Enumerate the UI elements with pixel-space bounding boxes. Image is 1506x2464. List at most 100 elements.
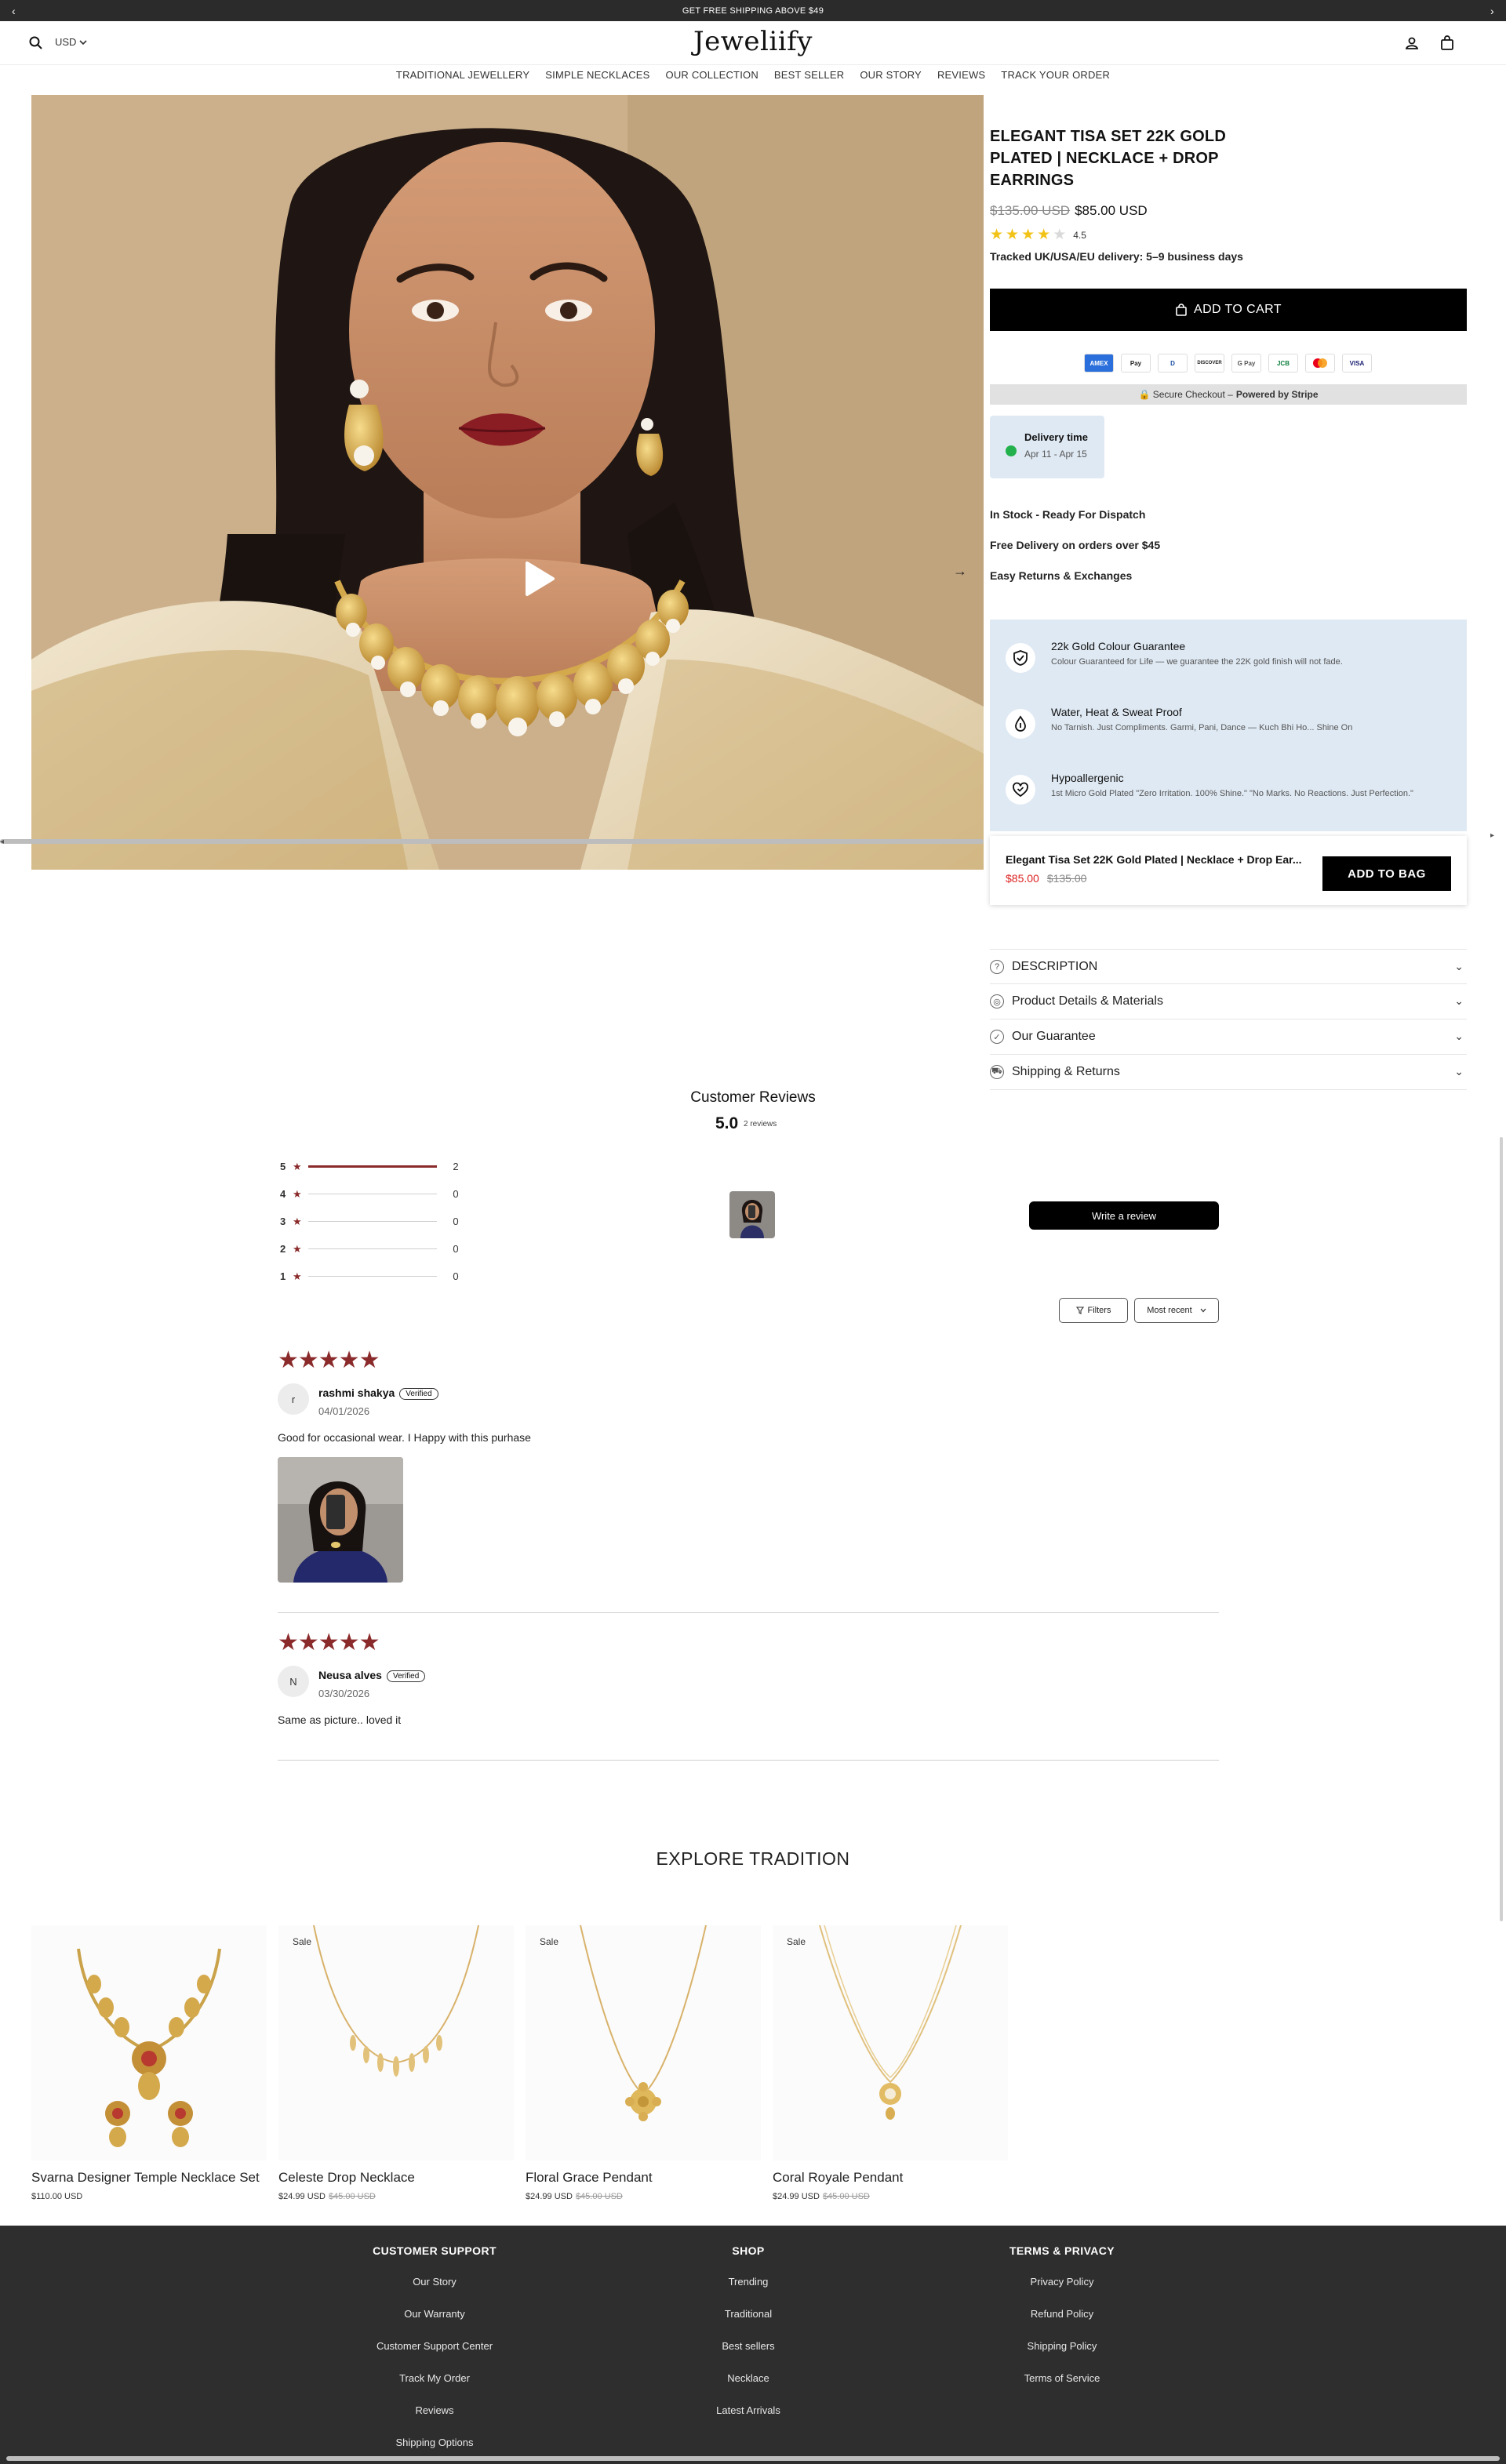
footer-link[interactable]: Necklace xyxy=(646,2372,850,2404)
nav-best-seller[interactable]: BEST SELLER xyxy=(774,69,844,89)
celeste-necklace-image xyxy=(313,1925,479,2077)
product-model-image xyxy=(31,95,984,870)
page-scrollbar[interactable] xyxy=(1500,1137,1503,1921)
nav-simple-necklaces[interactable]: SIMPLE NECKLACES xyxy=(545,69,649,89)
review-media-thumbnail[interactable] xyxy=(729,1191,775,1238)
accordion-product-details[interactable]: ◎ Product Details & Materials ⌄ xyxy=(990,984,1467,1019)
product-card[interactable]: Sale Celeste Drop Necklace $24.99 USD $4… xyxy=(278,1925,514,2201)
nav-track-order[interactable]: TRACK YOUR ORDER xyxy=(1001,69,1110,89)
star-icon: ★ xyxy=(293,1242,302,1255)
nav-our-story[interactable]: OUR STORY xyxy=(860,69,922,89)
product-card-name[interactable]: Svarna Designer Temple Necklace Set xyxy=(31,2170,267,2186)
add-to-bag-button[interactable]: ADD TO BAG xyxy=(1322,856,1451,891)
chevron-down-icon: ⌄ xyxy=(1454,994,1464,1007)
product-info: ELEGANT TISA SET 22K GOLD PLATED | NECKL… xyxy=(990,125,1467,1090)
review-photo xyxy=(729,1191,775,1238)
product-card-name[interactable]: Coral Royale Pendant xyxy=(773,2170,1008,2186)
nav-traditional-jewellery[interactable]: TRADITIONAL JEWELLERY xyxy=(396,69,529,89)
product-card[interactable]: Sale Floral Grace Pendant $24.99 USD $45… xyxy=(526,1925,761,2201)
product-features: In Stock - Ready For Dispatch Free Deliv… xyxy=(990,508,1160,600)
accordion-description[interactable]: ? DESCRIPTION ⌄ xyxy=(990,949,1467,984)
footer-link[interactable]: Our Warranty xyxy=(333,2308,537,2340)
diners-icon: D xyxy=(1158,354,1188,373)
site-logo[interactable]: Jeweliify xyxy=(0,26,1506,57)
product-card-image[interactable] xyxy=(31,1925,267,2161)
rating-bar-row[interactable]: 3 ★ 0 xyxy=(280,1208,484,1235)
nav-our-collection[interactable]: OUR COLLECTION xyxy=(666,69,758,89)
guarantee-item: Water, Heat & Sweat Proof No Tarnish. Ju… xyxy=(1006,704,1445,751)
feature-item: In Stock - Ready For Dispatch xyxy=(990,508,1146,521)
bar-track xyxy=(307,1165,437,1168)
footer-scrollbar[interactable] xyxy=(6,2456,1500,2461)
footer-link[interactable]: Traditional xyxy=(646,2308,850,2340)
add-to-cart-button[interactable]: ADD TO CART xyxy=(990,289,1467,331)
feature-item: Free Delivery on orders over $45 xyxy=(990,539,1161,551)
rating-breakdown: 5 ★ 2 4 ★ 0 3 ★ 0 2 ★ 0 1 ★ 0 xyxy=(280,1153,484,1290)
rating-bar-row[interactable]: 2 ★ 0 xyxy=(280,1235,484,1263)
filters-button[interactable]: Filters xyxy=(1059,1298,1128,1323)
product-card-image[interactable]: Sale xyxy=(278,1925,514,2161)
account-icon[interactable] xyxy=(1404,35,1420,51)
footer-link[interactable]: Customer Support Center xyxy=(333,2340,537,2372)
footer-link[interactable]: Our Story xyxy=(333,2276,537,2308)
announcement-text: GET FREE SHIPPING ABOVE $49 xyxy=(682,5,824,16)
footer-link[interactable]: Reviews xyxy=(333,2404,537,2437)
footer-link[interactable]: Terms of Service xyxy=(960,2372,1164,2404)
write-review-button[interactable]: Write a review xyxy=(1029,1201,1219,1230)
sale-badge: Sale xyxy=(787,1936,806,1947)
product-card[interactable]: Sale Coral Royale Pendant $24.99 USD $45… xyxy=(773,1925,1008,2201)
product-rating[interactable]: ★ ★ ★ ★ ★ 4.5 xyxy=(990,226,1467,244)
announcement-next-icon[interactable]: › xyxy=(1482,0,1503,21)
accordion-label: DESCRIPTION xyxy=(1012,959,1098,973)
water-drop-icon xyxy=(1006,709,1035,739)
mastercard-icon xyxy=(1305,354,1335,373)
cart-icon[interactable] xyxy=(1439,35,1456,52)
gallery-scrollbar[interactable] xyxy=(0,839,984,844)
play-icon[interactable] xyxy=(524,561,555,597)
accordion-label: Shipping & Returns xyxy=(1012,1065,1120,1078)
announcement-bar: ‹ GET FREE SHIPPING ABOVE $49 › xyxy=(0,0,1506,21)
guarantee-panel: 22k Gold Colour Guarantee Colour Guarant… xyxy=(990,620,1467,831)
rating-star-half-icon: ★ xyxy=(1053,227,1066,243)
bar-count: 0 xyxy=(453,1243,459,1255)
review-photo[interactable] xyxy=(278,1457,403,1583)
announcement-prev-icon[interactable]: ‹ xyxy=(3,0,24,21)
footer-column-support: CUSTOMER SUPPORT Our Story Our Warranty … xyxy=(333,2244,537,2464)
scroll-left-icon[interactable]: ◂ xyxy=(0,838,4,846)
accordion-our-guarantee[interactable]: ✓ Our Guarantee ⌄ xyxy=(990,1019,1467,1055)
site-footer: CUSTOMER SUPPORT Our Story Our Warranty … xyxy=(0,2226,1506,2464)
rating-bar-row[interactable]: 1 ★ 0 xyxy=(280,1263,484,1290)
filters-label: Filters xyxy=(1087,1306,1111,1315)
product-card-name[interactable]: Floral Grace Pendant xyxy=(526,2170,761,2186)
rating-bar-row[interactable]: 5 ★ 2 xyxy=(280,1153,484,1180)
product-card[interactable]: Svarna Designer Temple Necklace Set $110… xyxy=(31,1925,267,2201)
review-author: rashmi shakya Verified xyxy=(318,1386,438,1400)
bar-fill xyxy=(307,1165,437,1168)
rating-value: 4.5 xyxy=(1073,229,1086,241)
accordion-shipping-returns[interactable]: ⛟ Shipping & Returns ⌄ xyxy=(990,1055,1467,1090)
gallery-next-arrow-icon[interactable]: → xyxy=(953,563,967,580)
truck-icon: ⛟ xyxy=(990,1065,1004,1079)
footer-link[interactable]: Trending xyxy=(646,2276,850,2308)
footer-link[interactable]: Latest Arrivals xyxy=(646,2404,850,2437)
rating-star-icon: ★ xyxy=(1021,227,1035,243)
footer-heading: TERMS & PRIVACY xyxy=(1009,2244,1115,2257)
footer-link[interactable]: Refund Policy xyxy=(960,2308,1164,2340)
footer-link[interactable]: Best sellers xyxy=(646,2340,850,2372)
guarantee-text: No Tarnish. Just Compliments. Garmi, Pan… xyxy=(1051,723,1353,732)
footer-link[interactable]: Privacy Policy xyxy=(960,2276,1164,2308)
feature-item: Easy Returns & Exchanges xyxy=(990,569,1133,582)
nav-reviews[interactable]: REVIEWS xyxy=(937,69,985,89)
sort-select[interactable]: Most recent xyxy=(1134,1298,1219,1323)
product-gallery[interactable]: → xyxy=(31,95,984,870)
footer-link[interactable]: Track My Order xyxy=(333,2372,537,2404)
rating-bar-row[interactable]: 4 ★ 0 xyxy=(280,1180,484,1208)
product-card-price: $110.00 USD xyxy=(31,2192,267,2201)
product-card-price-old: $45.00 USD xyxy=(822,2192,870,2201)
guarantee-title: 22k Gold Colour Guarantee xyxy=(1051,640,1186,652)
footer-link[interactable]: Shipping Policy xyxy=(960,2340,1164,2372)
product-card-name[interactable]: Celeste Drop Necklace xyxy=(278,2170,514,2186)
product-card-image[interactable]: Sale xyxy=(773,1925,1008,2161)
scroll-right-icon[interactable]: ▸ xyxy=(1490,831,1494,840)
product-card-image[interactable]: Sale xyxy=(526,1925,761,2161)
